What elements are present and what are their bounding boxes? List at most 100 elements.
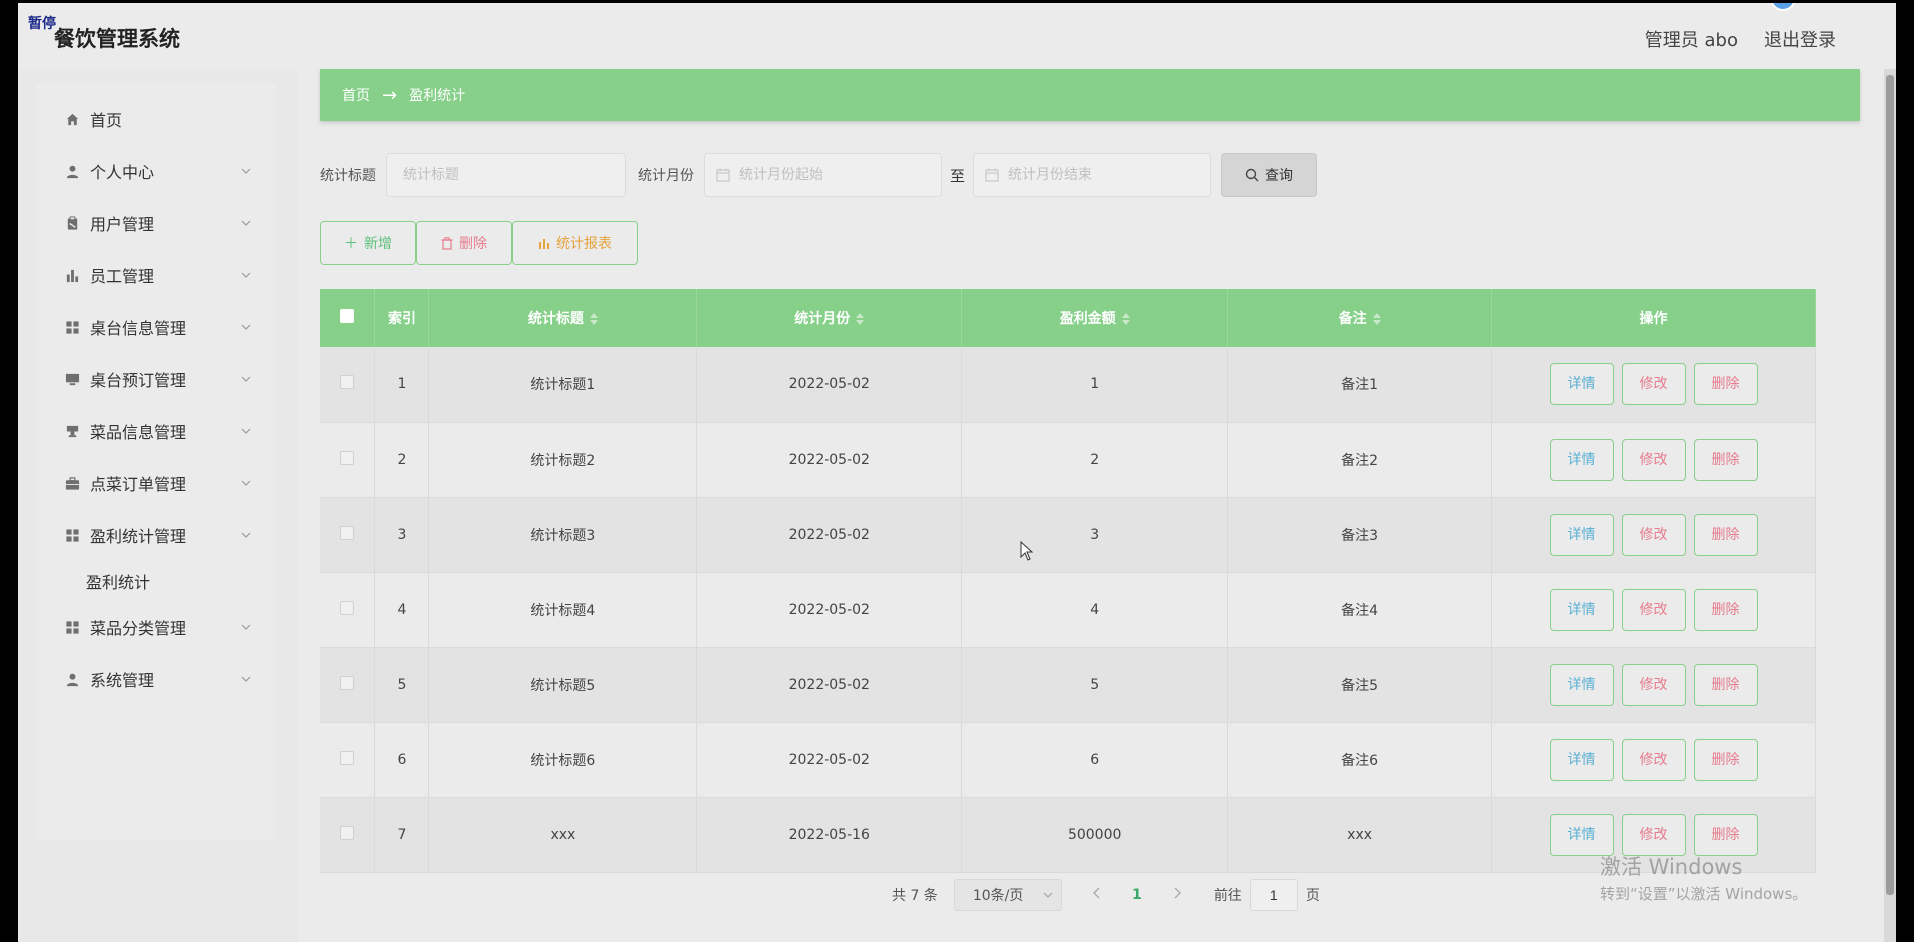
table-header-row: 索引 统计标题 统计月份 盈利金额 备注 操作 xyxy=(320,289,1816,347)
col-note-label: 备注 xyxy=(1338,311,1367,327)
detail-button[interactable]: 详情 xyxy=(1549,663,1614,706)
stamp-icon xyxy=(64,423,80,439)
delete-button[interactable]: 删除 xyxy=(1693,738,1758,781)
home-icon xyxy=(64,111,80,127)
delete-button[interactable]: 删除 xyxy=(1693,438,1758,481)
current-user-label[interactable]: 管理员 abo xyxy=(1645,26,1738,52)
col-amount[interactable]: 盈利金额 xyxy=(961,289,1229,347)
row-select-cell xyxy=(320,497,376,573)
col-title[interactable]: 统计标题 xyxy=(428,289,698,347)
vertical-scrollbar[interactable] xyxy=(1884,69,1896,942)
batch-delete-button[interactable]: 删除 xyxy=(416,221,512,265)
chevron-down-icon xyxy=(240,477,252,489)
month-end-picker[interactable] xyxy=(973,153,1212,197)
delete-button[interactable]: 删除 xyxy=(1693,588,1758,631)
col-month-label: 统计月份 xyxy=(794,311,851,327)
main-content: 首页 → 盈利统计 统计标题 统计月份 至 查询 ＋ xyxy=(298,69,1896,942)
month-end-input[interactable] xyxy=(973,153,1212,197)
sidebar-item-8[interactable]: 盈利统计管理 xyxy=(36,515,276,555)
avatar[interactable] xyxy=(1770,3,1796,11)
sort-icon[interactable] xyxy=(1372,313,1381,325)
delete-button[interactable]: 删除 xyxy=(1693,363,1758,406)
sidebar-subitem-profit-stats[interactable]: 盈利统计 xyxy=(36,561,276,601)
sidebar-item-9[interactable]: 菜品分类管理 xyxy=(36,607,276,647)
breadcrumb-home[interactable]: 首页 xyxy=(342,85,370,105)
row-select-cell xyxy=(320,347,376,423)
sidebar-item-4[interactable]: 桌台信息管理 xyxy=(36,307,276,347)
title-filter-label: 统计标题 xyxy=(320,168,376,184)
profit-table: 索引 统计标题 统计月份 盈利金额 备注 操作 1 统计标题1 2022-05-02… xyxy=(320,289,1816,873)
detail-button[interactable]: 详情 xyxy=(1549,363,1614,406)
current-page[interactable]: 1 xyxy=(1122,887,1152,903)
col-month[interactable]: 统计月份 xyxy=(696,289,963,347)
sidebar-item-7[interactable]: 点菜订单管理 xyxy=(36,463,276,503)
sidebar-item-2[interactable]: 用户管理 xyxy=(36,203,276,243)
title-search-input[interactable] xyxy=(386,153,626,197)
cell-title: 统计标题5 xyxy=(428,647,698,723)
sidebar: 首页个人中心用户管理员工管理桌台信息管理 桌台预订管理 菜品信息管理 点菜订单管理 盈利… xyxy=(36,83,276,839)
cell-amount: 4 xyxy=(961,572,1229,648)
sidebar-item-10[interactable]: 系统管理 xyxy=(36,659,276,699)
cell-actions: 详情 修改 删除 xyxy=(1491,347,1816,423)
scrollbar-thumb[interactable] xyxy=(1886,75,1894,895)
range-separator: 至 xyxy=(950,166,966,185)
edit-button[interactable]: 修改 xyxy=(1621,438,1686,481)
cell-title: 统计标题3 xyxy=(428,497,698,573)
sidebar-item-1[interactable]: 个人中心 xyxy=(36,151,276,191)
detail-button[interactable]: 详情 xyxy=(1549,438,1614,481)
goto-page-input[interactable] xyxy=(1249,879,1298,911)
row-select-cell xyxy=(320,722,376,798)
logout-link[interactable]: 退出登录 xyxy=(1764,26,1836,52)
sidebar-item-0[interactable]: 首页 xyxy=(36,99,276,139)
next-page-button[interactable] xyxy=(1162,887,1192,903)
cell-actions: 详情 修改 删除 xyxy=(1491,497,1816,573)
sidebar-item-6[interactable]: 菜品信息管理 xyxy=(36,411,276,451)
col-note[interactable]: 备注 xyxy=(1227,289,1493,347)
edit-button[interactable]: 修改 xyxy=(1621,813,1686,856)
report-button[interactable]: 统计报表 xyxy=(512,221,638,265)
table-row: 2 统计标题2 2022-05-02 2 备注2 详情 修改 删除 xyxy=(320,422,1816,498)
sort-icon[interactable] xyxy=(589,313,598,325)
row-checkbox[interactable] xyxy=(340,450,355,465)
row-checkbox[interactable] xyxy=(340,525,355,540)
watermark-line2: 转到“设置”以激活 Windows。 xyxy=(1600,885,1808,903)
edit-button[interactable]: 修改 xyxy=(1621,663,1686,706)
detail-button[interactable]: 详情 xyxy=(1549,513,1614,556)
grid-icon xyxy=(64,527,80,543)
cell-actions: 详情 修改 删除 xyxy=(1491,722,1816,798)
cell-actions: 详情 修改 删除 xyxy=(1491,647,1816,723)
delete-button[interactable]: 删除 xyxy=(1693,513,1758,556)
cell-amount: 6 xyxy=(961,722,1229,798)
month-start-input[interactable] xyxy=(704,153,942,197)
month-start-picker[interactable] xyxy=(704,153,942,197)
sidebar-item-5[interactable]: 桌台预订管理 xyxy=(36,359,276,399)
sidebar-item-3[interactable]: 员工管理 xyxy=(36,255,276,295)
chevron-down-icon xyxy=(240,321,252,333)
query-button[interactable]: 查询 xyxy=(1221,153,1318,197)
sort-icon[interactable] xyxy=(1121,313,1130,325)
row-checkbox[interactable] xyxy=(340,600,355,615)
briefcase-icon xyxy=(64,475,80,491)
row-checkbox[interactable] xyxy=(340,750,355,765)
add-button[interactable]: ＋ 新增 xyxy=(320,221,416,265)
search-bar: 统计标题 统计月份 至 查询 xyxy=(320,153,1318,197)
edit-button[interactable]: 修改 xyxy=(1621,588,1686,631)
detail-button[interactable]: 详情 xyxy=(1549,813,1614,856)
detail-button[interactable]: 详情 xyxy=(1549,588,1614,631)
row-checkbox[interactable] xyxy=(340,675,355,690)
delete-button[interactable]: 删除 xyxy=(1693,813,1758,856)
page-size-select[interactable]: 10条/页 xyxy=(953,879,1062,911)
select-all-checkbox[interactable] xyxy=(340,309,355,323)
row-checkbox[interactable] xyxy=(340,375,355,390)
prev-page-button[interactable] xyxy=(1082,887,1112,903)
detail-button[interactable]: 详情 xyxy=(1549,738,1614,781)
edit-button[interactable]: 修改 xyxy=(1621,513,1686,556)
chevron-down-icon xyxy=(240,621,252,633)
cell-amount: 1 xyxy=(961,347,1229,423)
cell-actions: 详情 修改 删除 xyxy=(1491,422,1816,498)
sort-icon[interactable] xyxy=(856,313,865,325)
row-checkbox[interactable] xyxy=(340,825,355,840)
edit-button[interactable]: 修改 xyxy=(1621,363,1686,406)
edit-button[interactable]: 修改 xyxy=(1621,738,1686,781)
delete-button[interactable]: 删除 xyxy=(1693,663,1758,706)
